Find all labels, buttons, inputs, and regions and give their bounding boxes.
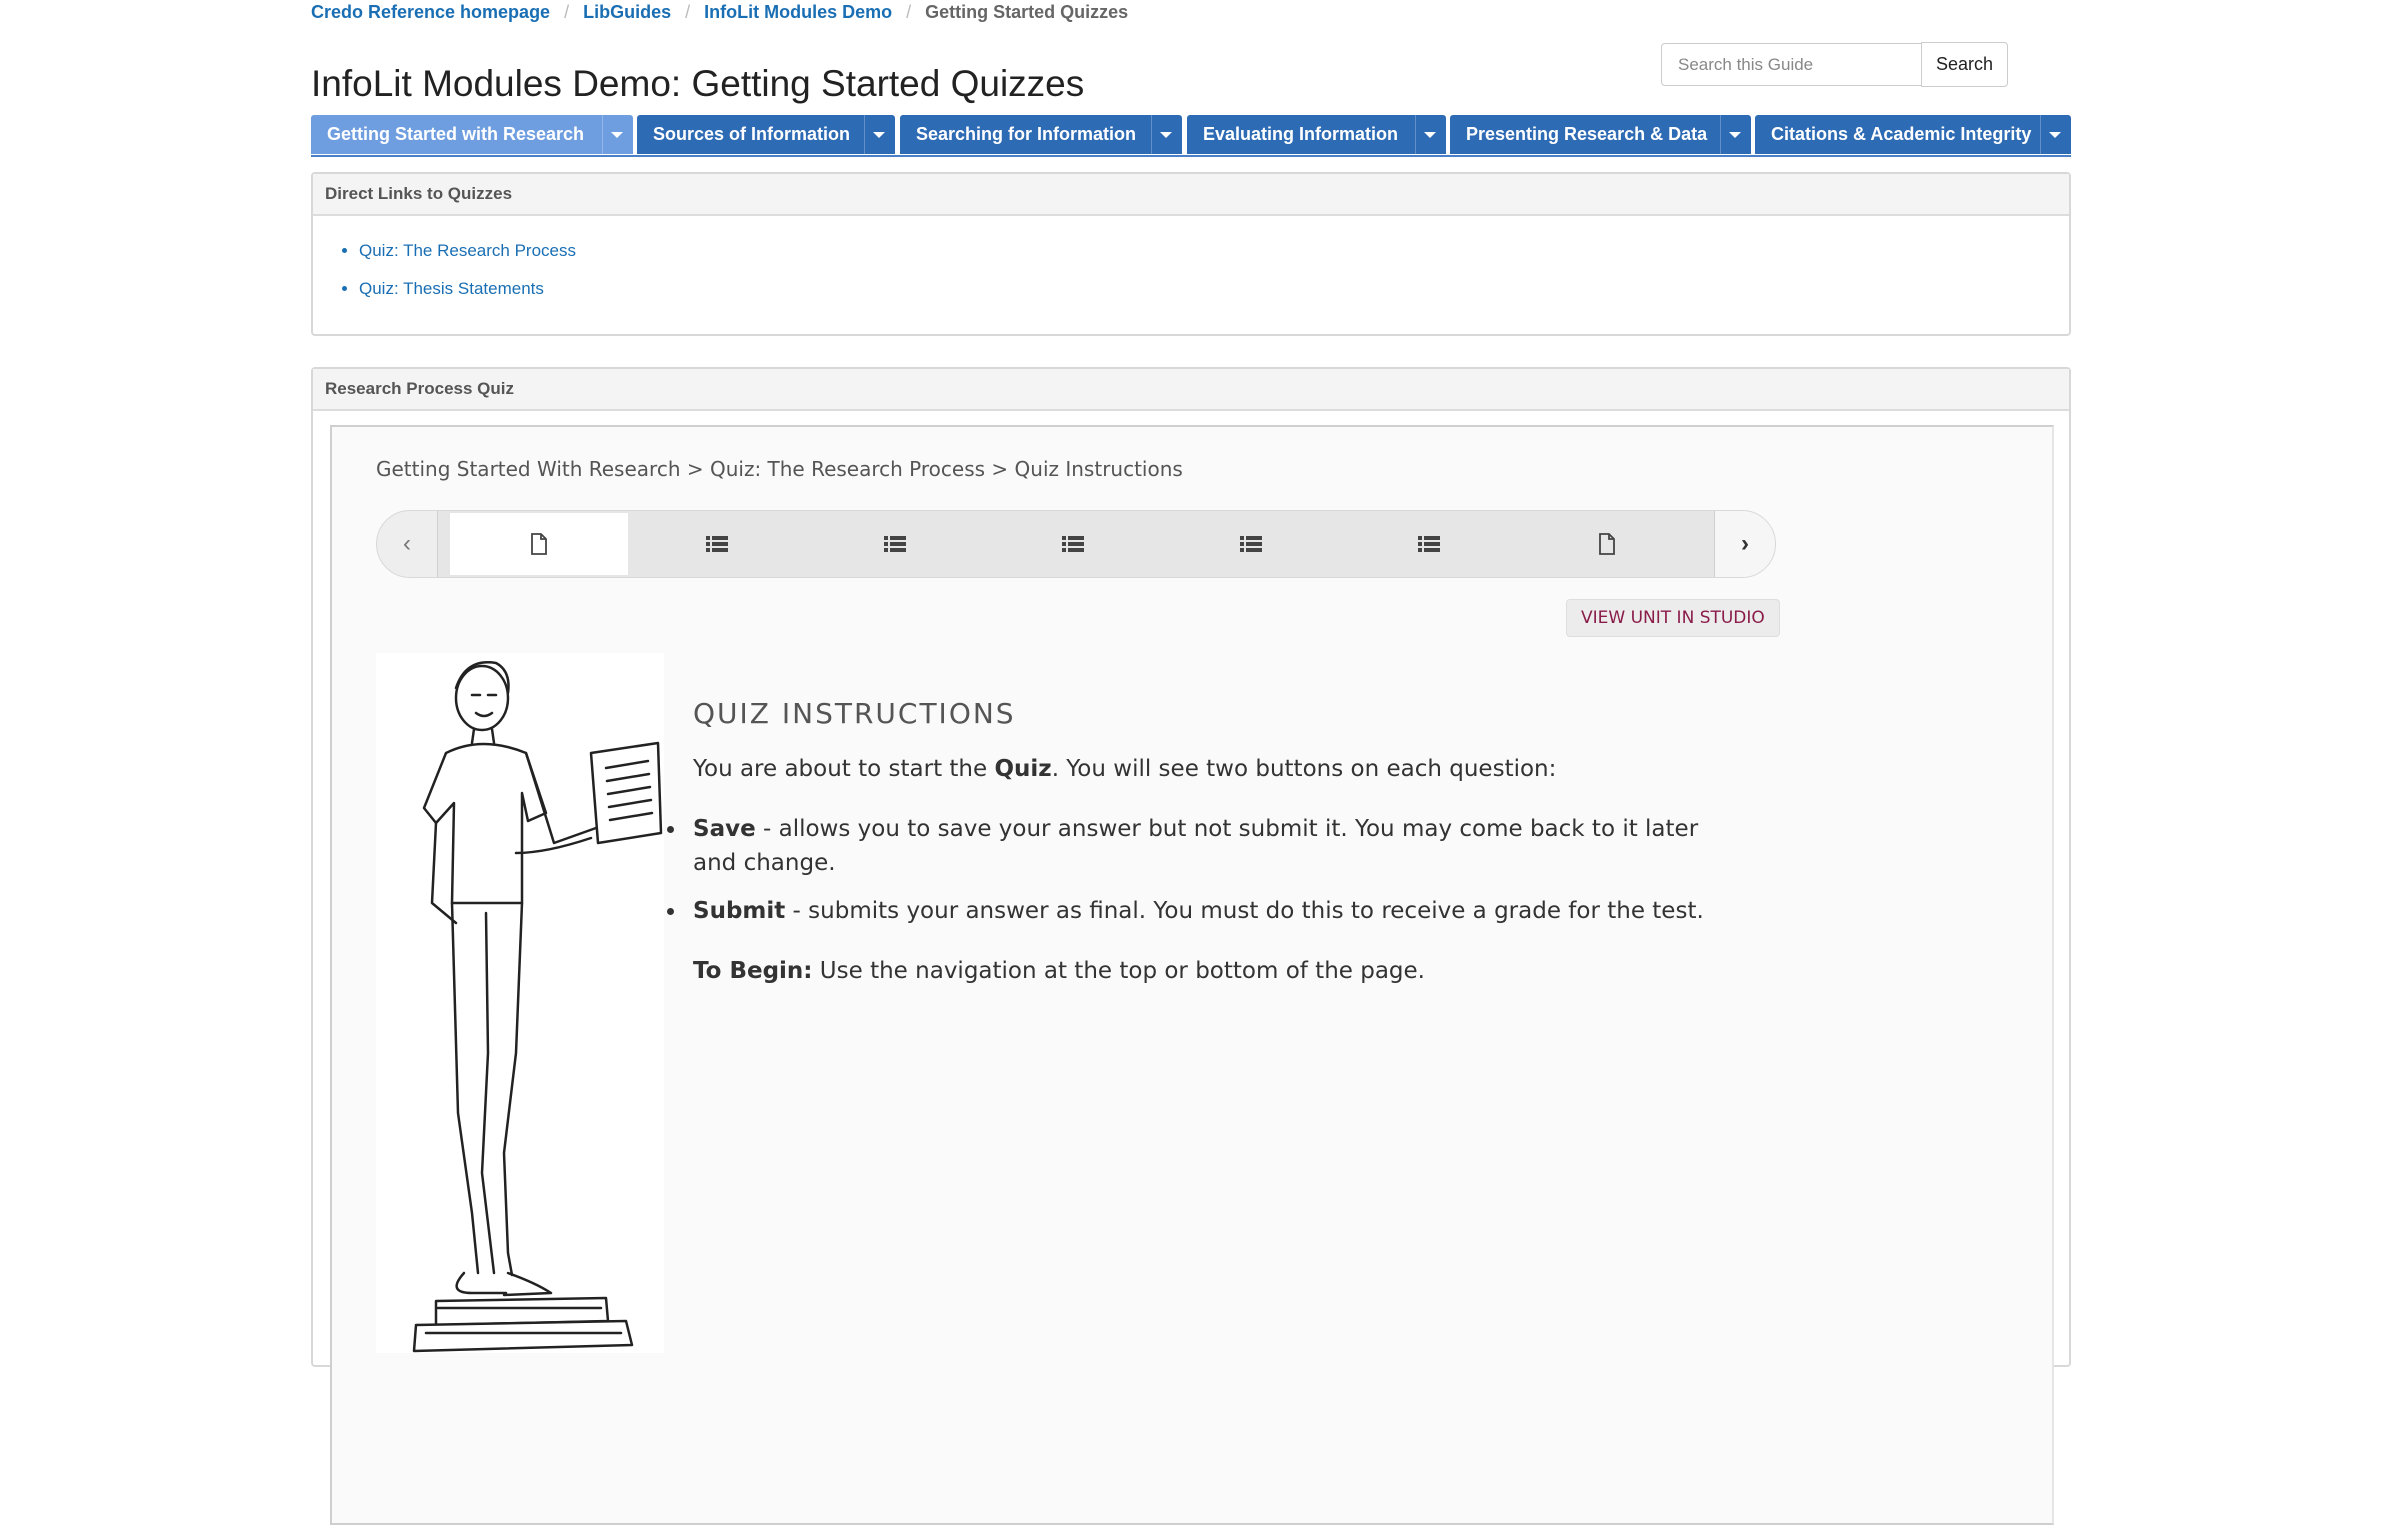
list-icon[interactable] <box>984 513 1162 575</box>
breadcrumb-separator: / <box>685 2 691 22</box>
guide-tabs: Getting Started with Research Sources of… <box>311 115 2071 157</box>
previous-arrow-icon[interactable]: ‹ <box>377 511 437 577</box>
search-input[interactable] <box>1661 43 1921 86</box>
quiz-link-thesis-statements[interactable]: Quiz: Thesis Statements <box>359 279 544 298</box>
caret-down-icon[interactable] <box>873 132 885 138</box>
panel-heading: Direct Links to Quizzes <box>313 174 2069 216</box>
tab-evaluating[interactable]: Evaluating Information <box>1187 115 1446 154</box>
view-in-studio-button[interactable]: VIEW UNIT IN STUDIO <box>1566 599 1780 637</box>
breadcrumb: Credo Reference homepage / LibGuides / I… <box>311 2 1128 23</box>
list-item: Save - allows you to save your answer bu… <box>667 812 1743 880</box>
quiz-links-list: Quiz: The Research Process Quiz: Thesis … <box>313 216 2069 308</box>
bullet-term: Save <box>693 816 756 842</box>
unit-nav-track <box>437 511 1715 577</box>
instructions-title: QUIZ INSTRUCTIONS <box>693 697 1016 730</box>
bullet-term: Submit <box>693 898 786 924</box>
list-icon[interactable] <box>806 513 984 575</box>
breadcrumb-current: Getting Started Quizzes <box>925 2 1129 22</box>
tab-citations[interactable]: Citations & Academic Integrity <box>1755 115 2071 154</box>
tab-label: Presenting Research & Data <box>1466 124 1708 144</box>
module-breadcrumb: Getting Started With Research > Quiz: Th… <box>376 457 1183 481</box>
list-icon[interactable] <box>1162 513 1340 575</box>
caret-down-icon[interactable] <box>611 132 623 138</box>
quiz-links-panel: Direct Links to Quizzes Quiz: The Resear… <box>311 172 2071 336</box>
unit-navigation: ‹ › <box>376 510 1776 578</box>
instructions-list: Save - allows you to save your answer bu… <box>667 812 1743 928</box>
tab-presenting[interactable]: Presenting Research & Data <box>1450 115 1751 154</box>
breadcrumb-separator: / <box>564 2 570 22</box>
instructions-intro: You are about to start the Quiz. You wil… <box>693 756 1557 782</box>
tab-label: Sources of Information <box>653 124 851 144</box>
panel-heading: Research Process Quiz <box>313 369 2069 411</box>
page-icon[interactable] <box>450 513 628 575</box>
research-quiz-panel: Research Process Quiz Getting Started Wi… <box>311 367 2071 1525</box>
list-icon[interactable] <box>1340 513 1518 575</box>
caret-down-icon[interactable] <box>2049 132 2061 138</box>
page-icon[interactable] <box>1518 513 1696 575</box>
breadcrumb-separator: / <box>906 2 912 22</box>
quiz-link-research-process[interactable]: Quiz: The Research Process <box>359 241 576 260</box>
list-item: Quiz: The Research Process <box>359 232 2069 270</box>
page-title: InfoLit Modules Demo: Getting Started Qu… <box>311 62 1085 104</box>
tab-label: Getting Started with Research <box>327 124 585 144</box>
tab-sources[interactable]: Sources of Information <box>637 115 895 154</box>
tab-searching[interactable]: Searching for Information <box>900 115 1182 154</box>
breadcrumb-link-infolit[interactable]: InfoLit Modules Demo <box>704 2 892 23</box>
breadcrumb-link-credo[interactable]: Credo Reference homepage <box>311 2 550 23</box>
tab-label: Citations & Academic Integrity <box>1771 124 2032 144</box>
list-item: Submit - submits your answer as final. Y… <box>667 894 1743 928</box>
quiz-instructions: QUIZ INSTRUCTIONS You are about to start… <box>667 697 1743 988</box>
tab-label: Evaluating Information <box>1203 124 1399 144</box>
guide-search: Search <box>1661 42 2009 87</box>
caret-down-icon[interactable] <box>1729 132 1741 138</box>
begin-instruction: To Begin: Use the navigation at the top … <box>693 958 1425 984</box>
quiz-module-frame: Getting Started With Research > Quiz: Th… <box>330 425 2054 1525</box>
tab-getting-started[interactable]: Getting Started with Research <box>311 115 633 154</box>
caret-down-icon[interactable] <box>1424 132 1436 138</box>
search-button[interactable]: Search <box>1921 42 2009 87</box>
next-arrow-icon[interactable]: › <box>1715 511 1775 577</box>
student-on-books-illustration <box>376 653 664 1353</box>
list-item: Quiz: Thesis Statements <box>359 270 2069 308</box>
caret-down-icon[interactable] <box>1160 132 1172 138</box>
tab-label: Searching for Information <box>916 124 1137 144</box>
breadcrumb-link-libguides[interactable]: LibGuides <box>583 2 671 23</box>
list-icon[interactable] <box>628 513 806 575</box>
